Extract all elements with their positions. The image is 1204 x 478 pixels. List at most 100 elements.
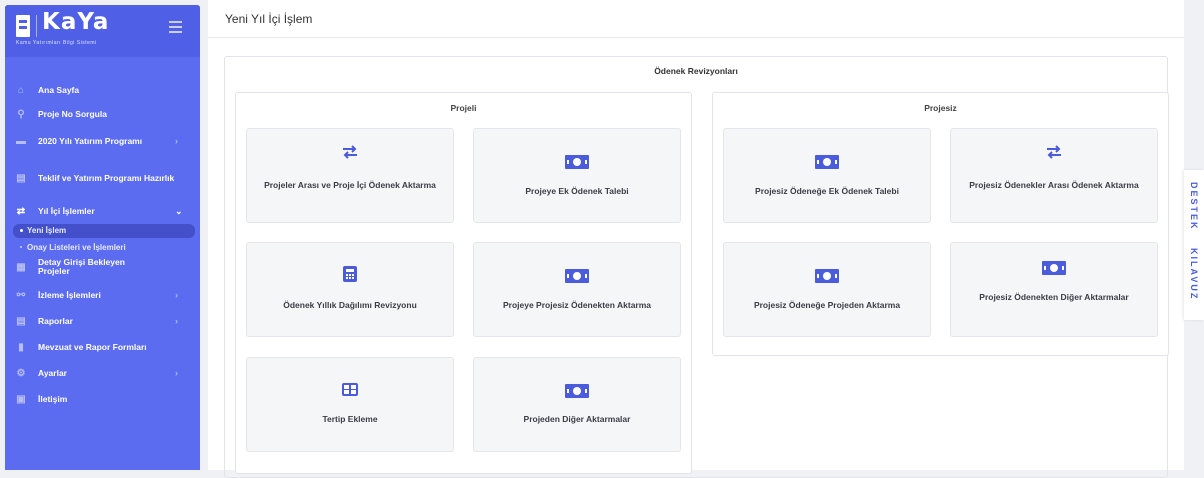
money-icon-wrap — [951, 261, 1157, 275]
section-title: Ödenek Revizyonları — [654, 66, 738, 76]
sidebar-item-mevzuat[interactable]: ▮ Mevzuat ve Rapor Formları — [5, 335, 200, 359]
card-projeler-arasi-aktarma[interactable]: Projeler Arası ve Proje İçi Ödenek Aktar… — [246, 128, 454, 223]
group-title: Projesiz — [924, 103, 957, 113]
gear-icon: ⚙ — [16, 367, 26, 379]
sidebar-item-label: Ana Sayfa — [38, 84, 80, 95]
card-label: Projesiz Ödenekler Arası Ödenek Aktarma — [969, 180, 1139, 190]
brand-name: KaYa — [42, 9, 110, 35]
sidebar-item-label: Ayarlar — [38, 367, 67, 378]
sidebar-item-label: Mevzuat ve Rapor Formları — [38, 341, 147, 352]
card-label: Projeler Arası ve Proje İçi Ödenek Aktar… — [264, 180, 436, 190]
sidebar-item-label: İzleme İşlemleri — [38, 289, 101, 300]
chevron-right-icon: › — [175, 316, 178, 326]
swap-icon — [1047, 145, 1061, 159]
group-title: Projeli — [450, 103, 477, 113]
logo-icon — [16, 15, 30, 37]
home-icon: ⌂ — [17, 84, 25, 96]
card-projesiz-projeden-aktarma[interactable]: Projesiz Ödeneğe Projeden Aktarma — [723, 242, 931, 337]
card-label: Projesiz Ödenekten Diğer Aktarmalar — [979, 292, 1129, 302]
money-icon — [565, 155, 589, 169]
contact-icon: ▣ — [16, 393, 26, 405]
swap-icon-wrap — [951, 145, 1157, 161]
kilavuz-tab[interactable]: KILAVUZ — [1184, 248, 1204, 300]
card-label: Projesiz Ödeneğe Projeden Aktarma — [753, 300, 901, 310]
brand[interactable]: KaYa Kamu Yatırımları Bilgi Sistemi — [5, 5, 200, 57]
destek-tab[interactable]: DESTEK — [1184, 182, 1204, 231]
binoculars-icon: ⚯ — [16, 289, 26, 301]
bullet-icon — [20, 246, 22, 248]
search-icon: ⚲ — [17, 108, 25, 120]
card-projeye-ek-odenek[interactable]: Projeye Ek Ödenek Talebi — [473, 128, 681, 223]
sidebar-item-iletisim[interactable]: ▣ İletişim — [5, 387, 200, 411]
card-projesiz-diger-aktarmalar[interactable]: Projesiz Ödenekten Diğer Aktarmalar — [950, 242, 1158, 337]
card-yillik-dagilim-revizyonu[interactable]: Ödenek Yıllık Dağılımı Revizyonu — [246, 242, 454, 337]
sidebar-item-label: Raporlar — [38, 315, 73, 326]
money-icon-wrap — [724, 155, 930, 169]
sidebar-item-label: Yıl İçi İşlemler — [38, 205, 95, 216]
money-icon — [815, 155, 839, 169]
sidebar-item-detay-girisi[interactable]: ▦ Detay Girişi Bekleyen Projeler — [5, 254, 200, 280]
sidebar-item-label: 2020 Yılı Yatırım Programı — [38, 135, 143, 146]
chart-icon: ▤ — [16, 172, 26, 184]
sidebar-item-ayarlar[interactable]: ⚙ Ayarlar › — [5, 361, 200, 385]
sidebar-subitem-label: Onay Listeleri ve İşlemleri — [27, 243, 126, 252]
calculator-icon-wrap — [247, 266, 453, 282]
sidebar-item-proje-no-sorgula[interactable]: ⚲ Proje No Sorgula — [5, 102, 200, 126]
sidebar-item-label: Proje No Sorgula — [38, 108, 107, 119]
card-projeye-projesiz-aktarma[interactable]: Projeye Projesiz Ödenekten Aktarma — [473, 242, 681, 337]
sidebar-subitem-yeni-islem[interactable]: Yeni İşlem — [13, 224, 195, 238]
brand-subtitle: Kamu Yatırımları Bilgi Sistemi — [16, 40, 97, 46]
sidebar-item-raporlar[interactable]: ▤ Raporlar › — [5, 309, 200, 333]
chevron-down-icon: ⌄ — [175, 205, 183, 216]
money-icon-wrap — [474, 155, 680, 169]
card-projesiz-odenekler-arasi[interactable]: Projesiz Ödenekler Arası Ödenek Aktarma — [950, 128, 1158, 223]
brand-divider — [36, 15, 37, 37]
sidebar-subitem-onay-listeleri[interactable]: Onay Listeleri ve İşlemleri — [5, 241, 200, 255]
money-icon — [565, 269, 589, 283]
chevron-right-icon: › — [175, 290, 178, 300]
sidebar-item-ana-sayfa[interactable]: ⌂ Ana Sayfa — [5, 78, 200, 102]
sidebar-item-izleme[interactable]: ⚯ İzleme İşlemleri › — [5, 283, 200, 307]
menu-toggle-icon[interactable] — [169, 21, 182, 23]
chevron-right-icon: › — [175, 136, 178, 146]
sidebar-item-label: Teklif ve Yatırım Programı Hazırlık — [38, 172, 175, 183]
card-label: Projeden Diğer Aktarmalar — [523, 414, 631, 424]
card-label: Tertip Ekleme — [322, 414, 378, 424]
sidebar-subitem-label: Yeni İşlem — [27, 226, 67, 235]
card-label: Projeye Projesiz Ödenekten Aktarma — [502, 300, 652, 310]
support-side-tab: DESTEK KILAVUZ — [1184, 170, 1204, 320]
sidebar-item-yatirim-programi[interactable]: ▬ 2020 Yılı Yatırım Programı › — [5, 128, 200, 154]
money-icon — [1042, 261, 1066, 275]
bullet-icon — [20, 229, 23, 232]
money-icon-wrap — [724, 269, 930, 283]
sidebar: KaYa Kamu Yatırımları Bilgi Sistemi ⌂ An… — [5, 5, 200, 470]
swap-icon: ⇄ — [16, 205, 26, 217]
table-icon — [342, 383, 358, 396]
main-content: Yeni Yıl İçi İşlem Ödenek Revizyonları P… — [208, 0, 1184, 478]
card-label: Ödenek Yıllık Dağılımı Revizyonu — [283, 300, 417, 310]
group-projesiz: Projesiz Projesiz Ödeneğe Ek Ödenek Tale… — [712, 92, 1169, 356]
chevron-right-icon: › — [175, 368, 178, 378]
list-icon: ▦ — [16, 261, 26, 273]
group-projeli: Projeli Projeler Arası ve Proje İçi Öden… — [235, 92, 692, 474]
folder-icon: ▬ — [16, 135, 26, 147]
file-icon: ▮ — [18, 341, 24, 353]
page-header: Yeni Yıl İçi İşlem — [208, 0, 1184, 38]
card-tertip-ekleme[interactable]: Tertip Ekleme — [246, 357, 454, 452]
swap-icon-wrap — [247, 145, 453, 161]
card-projeden-diger-aktarmalar[interactable]: Projeden Diğer Aktarmalar — [473, 357, 681, 452]
money-icon — [565, 384, 589, 398]
money-icon-wrap — [474, 269, 680, 283]
sidebar-item-yil-ici-islemler[interactable]: ⇄ Yıl İçi İşlemler ⌄ — [5, 199, 200, 223]
sidebar-item-label: İletişim — [38, 393, 68, 404]
money-icon — [815, 269, 839, 283]
card-label: Projeye Ek Ödenek Talebi — [525, 186, 629, 196]
swap-icon — [343, 145, 357, 159]
sidebar-item-label: Detay Girişi Bekleyen Projeler — [38, 257, 125, 276]
card-projesiz-ek-odenek[interactable]: Projesiz Ödeneğe Ek Ödenek Talebi — [723, 128, 931, 223]
table-icon-wrap — [247, 383, 453, 396]
card-label: Projesiz Ödeneğe Ek Ödenek Talebi — [755, 186, 899, 196]
money-icon-wrap — [474, 384, 680, 398]
sidebar-item-teklif[interactable]: ▤ Teklif ve Yatırım Programı Hazırlık — [5, 165, 200, 191]
odenek-revizyonlari-panel: Ödenek Revizyonları Projeli Projeler Ara… — [224, 56, 1169, 478]
